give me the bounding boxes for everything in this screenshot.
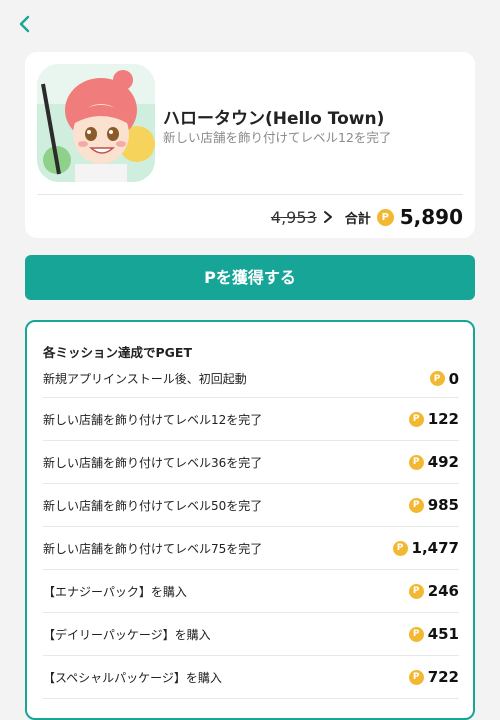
mission-row: 新しい店舗を飾り付けてレベル75を完了 P 1,477 <box>43 527 459 570</box>
point-coin-icon: P <box>408 454 424 470</box>
get-points-button[interactable]: Pを獲得する <box>25 255 475 300</box>
missions-panel: 各ミッション達成でPGET 新規アプリインストール後、初回起動 P 0 新しい店… <box>25 320 475 720</box>
mission-points-value: 451 <box>427 625 459 643</box>
mission-row: 新規アプリインストール後、初回起動 P 0 <box>43 360 459 398</box>
mission-points: P 246 <box>408 582 459 600</box>
points-summary: 4,953 合計 P 5,890 <box>271 204 463 230</box>
app-card: ハロータウン(Hello Town) 新しい店舗を飾り付けてレベル12を完了 4… <box>25 52 475 238</box>
mission-label: 新しい店舗を飾り付けてレベル50を完了 <box>43 498 263 513</box>
top-bar <box>0 0 500 48</box>
mission-points-value: 985 <box>427 496 459 514</box>
mission-row: 新しい店舗を飾り付けてレベル50を完了 P 985 <box>43 484 459 527</box>
app-icon-illustration <box>37 64 155 182</box>
total-points: 5,890 <box>399 205 463 229</box>
mission-points: P 122 <box>408 410 459 428</box>
mission-points: P 451 <box>408 625 459 643</box>
mission-row: 【デイリーパッケージ】を購入 P 451 <box>43 613 459 656</box>
old-points: 4,953 <box>270 207 317 227</box>
back-button[interactable] <box>14 12 36 36</box>
point-coin-icon: P <box>408 411 424 427</box>
app-title: ハロータウン(Hello Town) <box>163 109 385 129</box>
mission-points-value: 1,477 <box>411 539 459 557</box>
mission-points-value: 246 <box>427 582 459 600</box>
mission-label: 新しい店舗を飾り付けてレベル75を完了 <box>43 541 263 556</box>
point-coin-icon: P <box>429 371 445 386</box>
point-coin-icon: P <box>408 583 424 599</box>
chevron-left-icon <box>19 15 30 33</box>
point-coin-icon: P <box>376 208 394 226</box>
mission-points: P 722 <box>408 668 459 686</box>
mission-row: 新しい店舗を飾り付けてレベル36を完了 P 492 <box>43 441 459 484</box>
total-label: 合計 <box>344 211 371 227</box>
mission-label: 新規アプリインストール後、初回起動 <box>43 372 247 386</box>
point-coin-icon: P <box>408 669 424 685</box>
mission-points-value: 122 <box>427 410 459 428</box>
divider <box>37 194 463 195</box>
mission-list: 新規アプリインストール後、初回起動 P 0 新しい店舗を飾り付けてレベル12を完… <box>43 360 459 699</box>
mission-label: 【エナジーパック】を購入 <box>43 584 187 599</box>
mission-row: 新しい店舗を飾り付けてレベル12を完了 P 122 <box>43 398 459 441</box>
mission-points: P 1,477 <box>392 539 459 557</box>
mission-row: 【スペシャルパッケージ】を購入 P 722 <box>43 656 459 699</box>
mission-points-value: 0 <box>448 369 459 388</box>
mission-points-value: 722 <box>427 668 459 686</box>
missions-heading: 各ミッション達成でPGET <box>43 345 192 360</box>
mission-points: P 985 <box>408 496 459 514</box>
mission-label: 【デイリーパッケージ】を購入 <box>43 627 211 642</box>
mission-row: 【エナジーパック】を購入 P 246 <box>43 570 459 613</box>
mission-label: 新しい店舗を飾り付けてレベル12を完了 <box>43 412 263 427</box>
mission-points: P 0 <box>429 369 459 388</box>
mission-label: 新しい店舗を飾り付けてレベル36を完了 <box>43 455 263 470</box>
point-coin-icon: P <box>408 626 424 642</box>
app-subtitle: 新しい店舗を飾り付けてレベル12を完了 <box>163 130 392 145</box>
app-icon[interactable] <box>37 64 155 182</box>
chevron-right-icon <box>323 210 333 224</box>
mission-label: 【スペシャルパッケージ】を購入 <box>43 670 222 685</box>
point-coin-icon: P <box>408 497 424 513</box>
point-coin-icon: P <box>392 540 408 556</box>
mission-points: P 492 <box>408 453 459 471</box>
mission-points-value: 492 <box>427 453 459 471</box>
